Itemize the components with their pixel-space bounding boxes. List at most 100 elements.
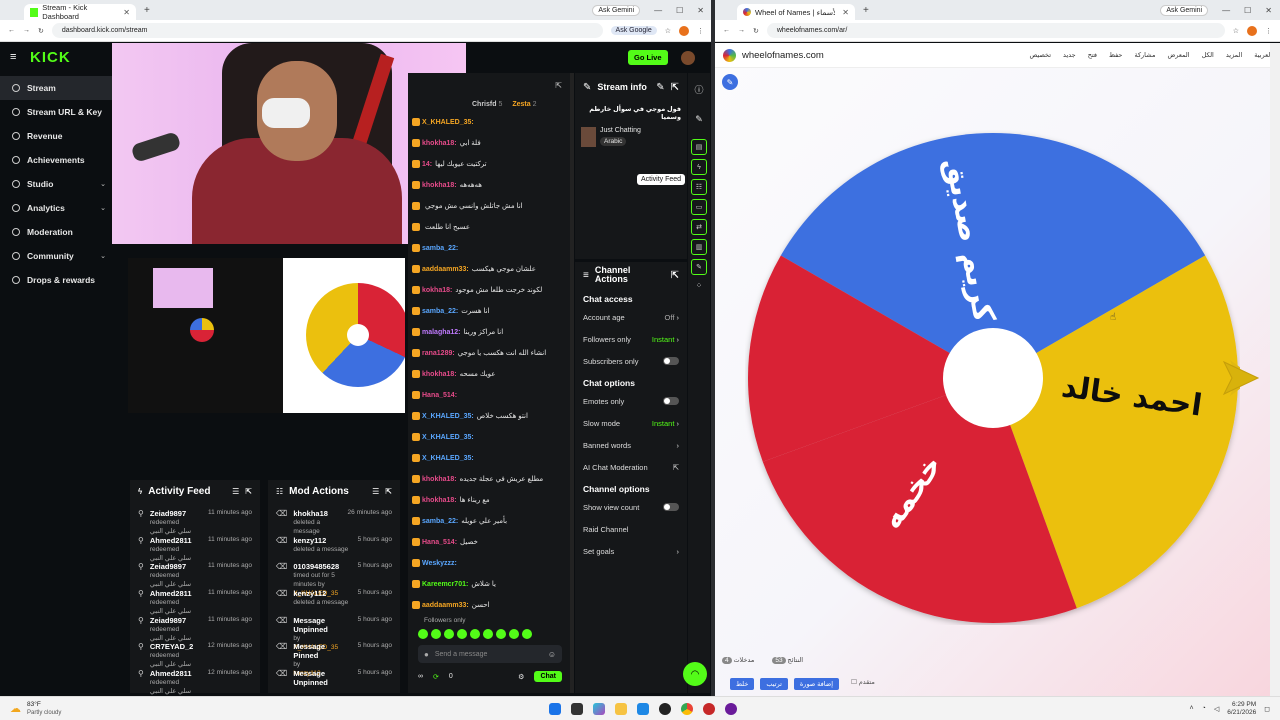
- chat-message[interactable]: X_KHALED_35:: [408, 427, 570, 448]
- banned-words-row[interactable]: Banned words ›: [575, 434, 687, 456]
- rail-activity-icon[interactable]: ϟ: [691, 159, 707, 175]
- activity-item[interactable]: ⚲ Zeiad9897 redeemed سلي علي النبي 11 minute…: [130, 613, 260, 642]
- emote-icon[interactable]: [457, 629, 467, 639]
- mod-action-item[interactable]: ⌫ Message Unpinned by X_KHALED_35 5 hours ag…: [268, 613, 400, 651]
- ask-google-button[interactable]: Ask Google: [610, 26, 657, 35]
- show-view-count-row[interactable]: Show view count: [575, 496, 687, 518]
- window-close-icon[interactable]: ✕: [697, 6, 704, 15]
- chat-message[interactable]: rana1289: انشاء الله انت هكسب يا موجي: [408, 343, 570, 364]
- site-logo-icon[interactable]: [723, 48, 736, 62]
- chrome-icon[interactable]: [681, 703, 693, 715]
- emote-icon[interactable]: [509, 629, 519, 639]
- add-image-button[interactable]: إضافة صورة: [793, 678, 840, 690]
- close-tab-icon[interactable]: ✕: [123, 8, 130, 17]
- chat-username[interactable]: aaddaamm33:: [422, 266, 469, 273]
- volume-icon[interactable]: ◁: [1214, 705, 1219, 713]
- minimize-icon[interactable]: —: [1222, 6, 1230, 15]
- mod-action-item[interactable]: ⌫ kenzy112 deleted a message 5 hours ago: [268, 533, 400, 560]
- user-avatar[interactable]: [681, 51, 695, 65]
- search-icon[interactable]: [571, 703, 583, 715]
- chat-message[interactable]: Hana_514: خصيل: [408, 532, 570, 553]
- rail-more-icon[interactable]: ⁘: [688, 281, 710, 290]
- chat-message[interactable]: khokha18: مطلع عريش في عجلة جديده: [408, 469, 570, 490]
- chat-message[interactable]: انا مش جاتلش وانسي مش موجي: [408, 196, 570, 217]
- chat-message[interactable]: khokha18: ﻫﻪﻫﻪﻫﻪ: [408, 175, 570, 196]
- site-menu-item[interactable]: المعرض: [1167, 51, 1189, 59]
- chat-username[interactable]: X_KHALED_35:: [422, 434, 474, 441]
- rail-raid-icon[interactable]: ⇄: [691, 219, 707, 235]
- infinity-icon[interactable]: ∞: [418, 673, 423, 680]
- chat-message[interactable]: aaddaamm33: علشان موجي هيكسب: [408, 259, 570, 280]
- mod-action-target[interactable]: Message Unpinned: [293, 669, 351, 687]
- app-icon[interactable]: [659, 703, 671, 715]
- hamburger-icon[interactable]: ≡: [10, 51, 16, 63]
- chat-message[interactable]: samba_22:: [408, 238, 570, 259]
- site-menu-item[interactable]: تخصيص: [1029, 51, 1051, 59]
- advanced-checkbox[interactable]: ☐ متقدم: [851, 678, 875, 690]
- activity-user[interactable]: Zeiad9897: [150, 509, 191, 518]
- activity-user[interactable]: Ahmed2811: [150, 536, 192, 545]
- ai-chat-row[interactable]: AI Chat Moderation ⇱: [575, 456, 687, 478]
- chat-message[interactable]: kokha18: لكوند خرجت طلعا مش موجود: [408, 280, 570, 301]
- chat-message[interactable]: khokha18: فلة ابي: [408, 133, 570, 154]
- chat-username[interactable]: samba_22:: [422, 308, 458, 315]
- chat-message[interactable]: khokha18: عويك مسحه: [408, 364, 570, 385]
- activity-user[interactable]: CR7EYAD_2: [150, 642, 194, 651]
- activity-user[interactable]: Zeiad9897: [150, 562, 191, 571]
- slow-mode-row[interactable]: Slow mode Instant ›: [575, 412, 687, 434]
- chat-message[interactable]: khokha18: مع ريناء ها: [408, 490, 570, 511]
- sidebar-item[interactable]: Stream URL & Key: [0, 100, 112, 124]
- mod-action-target[interactable]: Message Unpinned: [293, 616, 351, 634]
- results-tab[interactable]: النتائج 53: [772, 656, 803, 664]
- mod-action-item[interactable]: ⌫ khokha18 deleted a message 26 minutes ago: [268, 506, 400, 535]
- bookmark-icon[interactable]: ☆: [1233, 27, 1239, 35]
- subscribers-toggle[interactable]: [663, 357, 679, 365]
- emote-icon[interactable]: [444, 629, 454, 639]
- activity-item[interactable]: ⚲ CR7EYAD_2 redeemed سلي علي النبي 12 minute…: [130, 639, 260, 668]
- chat-username[interactable]: khokha18:: [422, 182, 457, 189]
- profile-avatar[interactable]: [1247, 25, 1257, 36]
- chat-username[interactable]: kokha18:: [422, 287, 452, 294]
- popout-icon[interactable]: ⇱: [671, 82, 679, 93]
- mod-action-target[interactable]: Message Pinned: [293, 642, 351, 660]
- filter-icon[interactable]: ☰: [232, 487, 239, 496]
- popout-icon[interactable]: ⇱: [385, 487, 392, 496]
- store-icon[interactable]: [637, 703, 649, 715]
- emote-icon[interactable]: [470, 629, 480, 639]
- chat-username[interactable]: Weskyzzz:: [422, 560, 457, 567]
- support-chat-button[interactable]: ◠: [683, 662, 707, 686]
- chat-username[interactable]: 14:: [422, 161, 432, 168]
- activity-item[interactable]: ⚲ Ahmed2811 redeemed سلي علي النبي 12 minute…: [130, 666, 260, 695]
- forward-icon[interactable]: →: [23, 27, 30, 34]
- activity-item[interactable]: ⚲ Ahmed2811 redeemed سلي علي النبي 11 minute…: [130, 586, 260, 615]
- emote-icon[interactable]: [431, 629, 441, 639]
- chat-message[interactable]: X_KHALED_35:: [408, 448, 570, 469]
- emotes-toggle[interactable]: [663, 397, 679, 405]
- emote-icon[interactable]: [522, 629, 532, 639]
- profile-avatar[interactable]: [679, 25, 689, 36]
- chat-username[interactable]: X_KHALED_35:: [422, 413, 474, 420]
- activity-user[interactable]: Ahmed2811: [150, 589, 192, 598]
- go-live-button[interactable]: Go Live: [628, 50, 668, 65]
- chat-username[interactable]: X_KHALED_35:: [422, 455, 474, 462]
- pencil-icon[interactable]: ✎: [688, 114, 710, 125]
- bookmark-icon[interactable]: ☆: [665, 27, 671, 35]
- ask-gemini-button[interactable]: Ask Gemini: [1160, 4, 1209, 16]
- chat-message[interactable]: Weskyzzz:: [408, 553, 570, 574]
- mod-action-item[interactable]: ⌫ Message Unpinned 5 hours ago: [268, 666, 400, 693]
- page-scrollbar[interactable]: [1270, 43, 1280, 696]
- chat-message[interactable]: Hana_514:: [408, 385, 570, 406]
- emote-icon[interactable]: [418, 629, 428, 639]
- chat-message[interactable]: X_KHALED_35:: [408, 112, 570, 133]
- chat-message[interactable]: Kareemcr701: يا شلاش: [408, 574, 570, 595]
- sidebar-item[interactable]: Drops & rewards: [0, 268, 112, 292]
- minimize-icon[interactable]: —: [654, 6, 662, 15]
- file-explorer-icon[interactable]: [615, 703, 627, 715]
- notifications-icon[interactable]: ◻: [1264, 705, 1270, 713]
- edit-pencil-button[interactable]: ✎: [722, 74, 738, 90]
- site-menu-item[interactable]: الكل: [1202, 51, 1214, 59]
- new-tab-icon[interactable]: +: [144, 5, 150, 16]
- activity-item[interactable]: ⚲ Zeiad9897 redeemed سلي علي النبي 11 minute…: [130, 506, 260, 535]
- chat-input[interactable]: ● Send a message ☺: [418, 645, 562, 663]
- shuffle-button[interactable]: خلط: [730, 678, 755, 690]
